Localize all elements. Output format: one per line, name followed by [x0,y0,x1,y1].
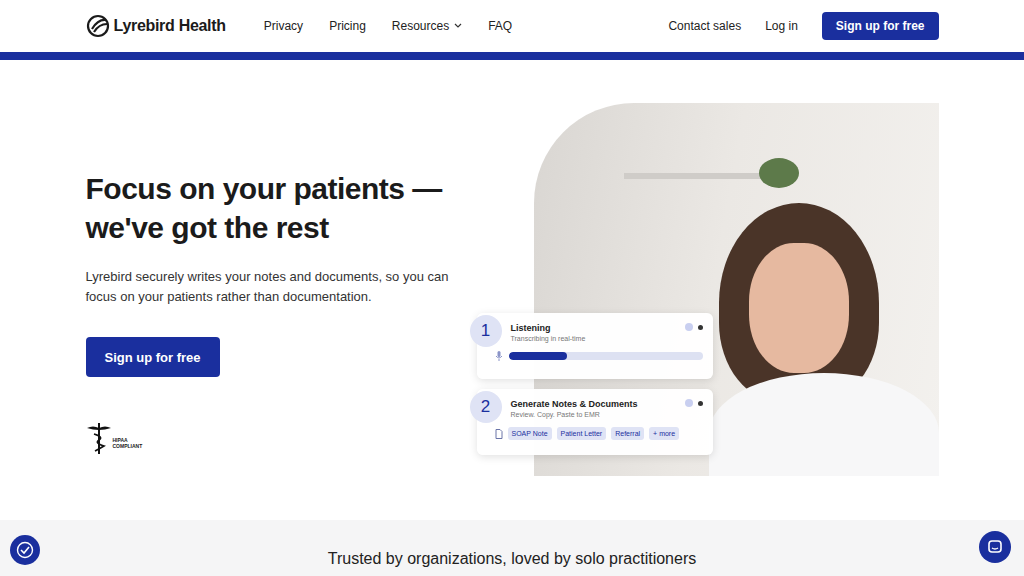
status-icon [685,323,693,331]
lyrebird-logo-icon [86,14,110,38]
hero-title: Focus on your patients —we've got the re… [86,169,454,247]
hero-text: Lyrebird securely writes your notes and … [86,267,454,307]
contact-sales-link[interactable]: Contact sales [668,19,741,33]
header: Lyrebird Health Privacy Pricing Resources… [0,0,1024,60]
document-tag[interactable]: SOAP Note [508,427,552,440]
document-tag[interactable]: Patient Letter [557,427,607,440]
document-tag[interactable]: + more [649,427,679,440]
chevron-down-icon [454,23,462,29]
chat-button[interactable] [979,531,1011,563]
steps: 1ListeningTranscribing in real-time 2Gene… [477,313,713,455]
record-icon [698,401,703,406]
nav-link[interactable]: Resources [392,19,462,33]
step-number: 1 [470,315,502,347]
main-nav: Privacy Pricing Resources FAQ [264,19,512,33]
step-card: 1ListeningTranscribing in real-time [477,313,713,379]
hipaa-badge: HIPAACOMPLIANT [86,421,454,455]
nav-link[interactable]: Pricing [329,19,366,33]
step-number: 2 [470,391,502,423]
document-tag[interactable]: Referral [611,427,644,440]
accessibility-button[interactable] [10,535,40,565]
hero: Focus on your patients —we've got the re… [86,60,939,476]
login-link[interactable]: Log in [765,19,798,33]
accessibility-icon [16,541,34,559]
nav-link[interactable]: Privacy [264,19,303,33]
signup-button[interactable]: Sign up for free [822,12,939,40]
status-icon [685,399,693,407]
chat-icon [987,539,1003,555]
caduceus-icon [86,421,112,455]
progress-bar [509,352,703,360]
hero-signup-button[interactable]: Sign up for free [86,337,220,377]
page: Lyrebird Health Privacy Pricing Resources… [0,0,1024,576]
step-card: 2Generate Notes & DocumentsReview. Copy.… [477,389,713,455]
document-icon [495,429,503,439]
microphone-icon [495,351,503,361]
logo[interactable]: Lyrebird Health [86,14,226,38]
trusted-section: Trusted by organizations, loved by solo … [0,520,1024,576]
record-icon [698,325,703,330]
nav-link[interactable]: FAQ [488,19,512,33]
